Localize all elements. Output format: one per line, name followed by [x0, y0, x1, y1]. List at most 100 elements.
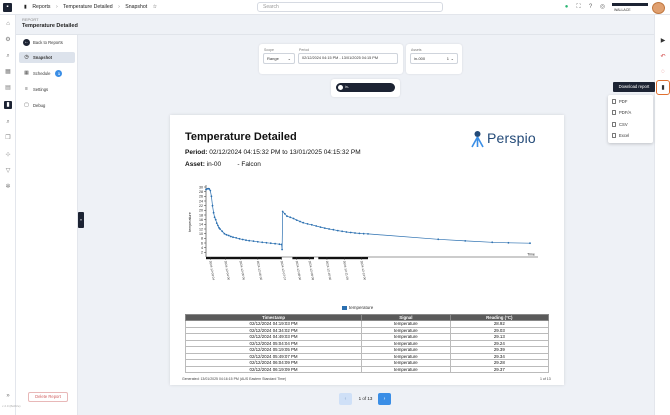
period-picker[interactable]: 02/12/2024 04:15 PM - 13/01/2025 04:15 P… — [298, 53, 398, 64]
data-point — [256, 240, 259, 243]
data-point — [211, 204, 214, 207]
data-point — [345, 231, 348, 233]
bug-icon: ▢ — [24, 102, 29, 108]
org-name-bar — [612, 3, 648, 6]
data-point — [323, 227, 326, 229]
dashboard-icon[interactable]: ▤ — [4, 84, 12, 92]
asset-chip[interactable]: in- — [336, 83, 395, 92]
x-tick-label: 2024-12-03 04 — [208, 260, 215, 280]
filter-icon[interactable]: ▽ — [4, 167, 12, 175]
page-title: Temperature Detailed — [22, 23, 78, 29]
download-button[interactable]: ▮ — [656, 80, 670, 95]
x-tick-label: 2024-12-09 08 — [308, 260, 315, 280]
star-icon[interactable]: ☆ — [153, 4, 158, 10]
data-point — [281, 210, 284, 213]
network-icon[interactable]: ⊹ — [4, 151, 12, 159]
grid-icon[interactable]: ▦ — [4, 68, 12, 76]
app-logo-icon[interactable]: ▪ — [3, 3, 12, 12]
sidebar-item-settings[interactable]: ≡ Settings — [19, 84, 75, 95]
sidebar-item-debug[interactable]: ▢ Debug — [19, 100, 75, 111]
undo-icon[interactable]: ↶ — [659, 53, 667, 61]
back-to-reports-link[interactable]: ← Back to Reports — [19, 37, 75, 48]
fullscreen-icon[interactable]: ⛶ — [575, 4, 582, 11]
search-input[interactable]: Search — [257, 2, 443, 12]
data-point — [529, 242, 531, 245]
breadcrumb-report[interactable]: Temperature Detailed — [63, 4, 113, 10]
x-tick-label: 2024-12-06 00 — [256, 260, 263, 280]
globe-icon[interactable]: ◎ — [599, 4, 606, 11]
help-icon[interactable]: ? — [587, 4, 594, 11]
back-label: Back to Reports — [33, 40, 63, 45]
download-icon: ▮ — [661, 85, 665, 91]
data-point — [362, 232, 365, 235]
page-indicator: 1 of 13 — [358, 396, 373, 401]
brand-name: Perspio — [487, 130, 536, 146]
sliders-icon: ≡ — [25, 86, 28, 92]
status-dot-icon: ● — [564, 4, 569, 10]
file-icon — [612, 133, 616, 138]
download-pdf[interactable]: PDF — [608, 96, 653, 107]
scope-select[interactable]: Range ⌄ — [263, 53, 295, 64]
download-csv[interactable]: CSV — [608, 119, 653, 130]
cog-icon[interactable]: ✲ — [4, 183, 12, 191]
search-icon[interactable]: ⌕ — [4, 52, 12, 60]
data-point — [245, 239, 247, 242]
y-tick-label: 30 — [199, 185, 203, 189]
data-point — [278, 243, 281, 246]
next-page-button[interactable]: › — [378, 393, 391, 405]
download-pdfa[interactable]: PDF/A — [608, 107, 653, 118]
reports-icon[interactable]: ▮ — [4, 101, 12, 109]
y-tick-label: 8 — [201, 237, 203, 241]
layers-icon[interactable]: ❐ — [4, 134, 12, 142]
data-point — [336, 229, 339, 232]
breadcrumb-reports[interactable]: Reports — [32, 4, 50, 10]
x-tick-label: 2024-12-10 00 — [325, 260, 332, 280]
sidebar-item-schedule[interactable]: ▦ Schedule 1 — [19, 68, 75, 79]
menu-label: Excel — [619, 133, 630, 138]
data-point — [208, 188, 211, 190]
data-point — [238, 237, 241, 240]
asset-label: Asset: — [185, 161, 205, 168]
data-point — [491, 241, 494, 244]
legend-swatch — [342, 305, 347, 310]
chevron-right-icon: › — [118, 4, 120, 10]
data-point — [229, 235, 232, 238]
file-icon — [612, 122, 616, 127]
home-icon[interactable]: ⌂ — [4, 20, 12, 28]
data-point — [261, 241, 264, 244]
data-point — [341, 230, 343, 233]
sidebar-item-snapshot[interactable]: ◷ Snapshot — [19, 52, 75, 63]
x-axis-data-band — [318, 257, 368, 260]
x-axis-data-band — [206, 257, 282, 260]
y-axis-label: temperature — [188, 212, 192, 231]
data-point — [252, 240, 255, 242]
chart-series — [205, 187, 531, 251]
sidebar-item-label: Schedule — [33, 71, 51, 76]
data-point — [507, 241, 510, 244]
delete-report-button[interactable]: Delete Report — [28, 392, 68, 402]
previous-page-button[interactable]: ‹ — [339, 393, 352, 405]
expand-icon[interactable]: » — [4, 392, 12, 400]
data-point — [299, 220, 301, 223]
y-tick-label: 2 — [201, 251, 203, 255]
asset-name: - Falcon — [237, 161, 261, 168]
data-point — [210, 195, 213, 198]
data-point — [219, 228, 221, 230]
assets-value: in-000 — [414, 56, 426, 61]
run-icon[interactable]: ▶ — [659, 37, 667, 45]
data-point — [280, 243, 283, 246]
tag-icon[interactable]: ◌ — [659, 68, 667, 76]
user-menu[interactable]: WALLACE — [612, 0, 650, 15]
collapse-sidebar-handle[interactable]: « — [78, 212, 84, 228]
menu-label: PDF — [619, 99, 628, 104]
avatar[interactable] — [652, 2, 665, 14]
settings-icon[interactable]: ⚙ — [4, 36, 12, 44]
y-tick-label: 18 — [199, 213, 203, 217]
assets-count: 1 — [446, 56, 449, 61]
pagination: ‹ 1 of 13 › — [339, 393, 391, 405]
assets-select[interactable]: in-000 1 ⌄ — [410, 53, 458, 64]
period-label: Period: — [185, 149, 208, 156]
header-divider — [16, 34, 667, 35]
explore-icon[interactable]: ⌕ — [4, 118, 12, 126]
download-excel[interactable]: Excel — [608, 130, 653, 141]
